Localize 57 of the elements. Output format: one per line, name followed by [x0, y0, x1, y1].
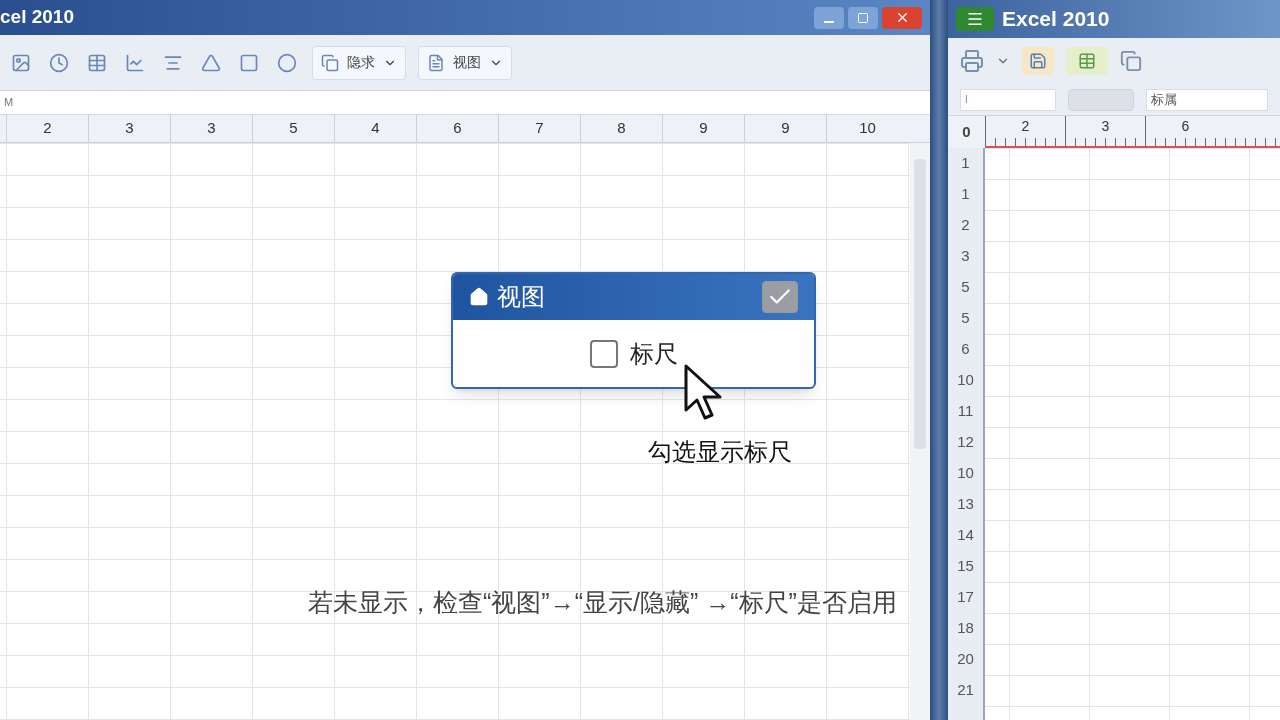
caption-text: 若未显示，检查“视图”→“显示/隐藏” →“标尺”是否启用 — [308, 587, 897, 618]
row-number: 17 — [957, 587, 974, 608]
row-number: 11 — [957, 401, 974, 422]
menu-icon[interactable] — [956, 7, 994, 31]
column-number: 9 — [781, 118, 790, 139]
window-title: Excel 2010 — [1002, 6, 1110, 33]
name-box[interactable]: I — [960, 88, 1056, 111]
copy-icon[interactable] — [1120, 50, 1142, 72]
confirm-button[interactable] — [762, 281, 798, 313]
row-number: 12 — [957, 432, 974, 453]
minimize-icon — [824, 20, 834, 23]
save-icon[interactable] — [1022, 47, 1054, 75]
row-number: 14 — [957, 525, 974, 546]
document-icon — [427, 53, 445, 72]
printer-icon[interactable] — [960, 49, 984, 73]
dialog-title: 视图 — [497, 282, 545, 312]
window-title: cel 2010 — [0, 5, 74, 30]
hint-text: 勾选显示标尺 — [648, 437, 792, 467]
column-number: 5 — [289, 118, 298, 139]
row-number: 1 — [961, 184, 970, 205]
horizontal-ruler: 2 3 6 — [985, 116, 1280, 148]
minimize-button[interactable] — [814, 6, 844, 29]
row-number: 20 — [957, 649, 974, 670]
checkbox[interactable] — [589, 339, 618, 368]
ruler-checkbox-option[interactable]: 标尺 — [589, 335, 678, 372]
column-number: 4 — [371, 118, 380, 139]
column-number: 2 — [43, 118, 52, 139]
scrollbar[interactable] — [910, 143, 930, 720]
toolbar-dropdown[interactable]: 隐求 — [312, 45, 406, 80]
row-number: 6 — [961, 339, 970, 360]
maximize-icon — [857, 11, 869, 24]
column-number: 3 — [125, 118, 134, 139]
column-number: 6 — [453, 118, 462, 139]
row-number: 2 — [961, 215, 970, 236]
close-button[interactable] — [882, 6, 922, 29]
grid-icon[interactable] — [1066, 47, 1108, 75]
row-number: 21 — [957, 680, 974, 701]
input-field[interactable]: 标属 — [1146, 88, 1268, 111]
column-number: 8 — [617, 118, 626, 139]
row-number: 5 — [961, 277, 970, 298]
row-number: 3 — [961, 246, 970, 267]
row-number: 18 — [957, 618, 974, 639]
row-number: 10 — [957, 370, 974, 391]
row-number: 1 — [961, 153, 970, 174]
column-number: 7 — [535, 118, 544, 139]
row-number: 10 — [957, 463, 974, 484]
row-number: 13 — [957, 494, 974, 515]
toolbar-dropdown[interactable]: 视图 — [418, 45, 512, 80]
row-number: 15 — [957, 556, 974, 577]
home-icon — [469, 287, 489, 307]
column-number: 10 — [859, 118, 876, 139]
maximize-button[interactable] — [848, 6, 878, 29]
copy-icon — [321, 53, 339, 72]
row-number: 5 — [961, 308, 970, 329]
column-number: 9 — [699, 118, 708, 139]
ruler-origin: 0 — [962, 121, 971, 142]
column-number: 3 — [207, 118, 216, 139]
